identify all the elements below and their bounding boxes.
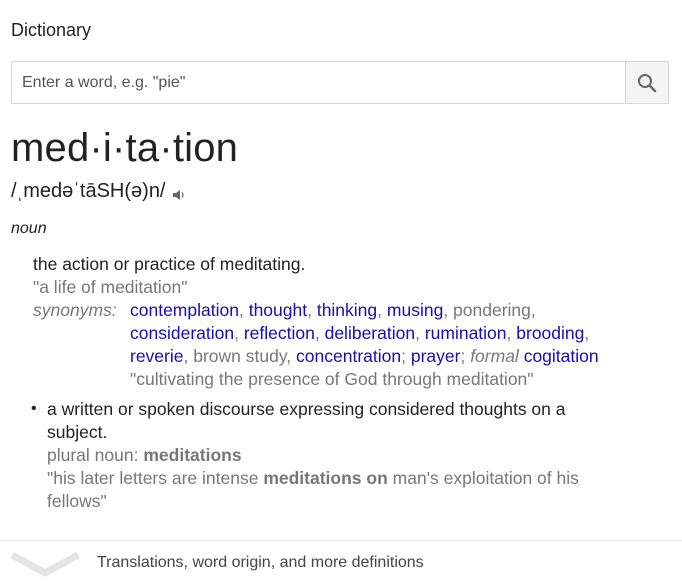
synonym-link[interactable]: brooding	[516, 323, 584, 343]
example: "a life of meditation"	[33, 277, 188, 297]
synonym-link[interactable]: reflection	[244, 323, 315, 343]
synonym-link[interactable]: deliberation	[325, 323, 415, 343]
synonym-link[interactable]: thinking	[317, 300, 377, 320]
section-title: Dictionary	[11, 20, 92, 40]
definition: a written or spoken discourse expressing…	[47, 399, 566, 419]
phonetic-line: /ˌmedəˈtāSH(ə)n/	[11, 180, 186, 203]
chevron-down-icon[interactable]	[8, 547, 82, 577]
definition: the action or practice of meditating.	[33, 254, 306, 274]
example-bold: meditations on	[263, 468, 388, 488]
synonyms-row: synonyms: contemplation, thought, thinki…	[33, 299, 673, 391]
more-definitions-link[interactable]: Translations, word origin, and more defi…	[97, 554, 424, 572]
example-suffix: man's exploitation of his	[392, 468, 579, 488]
headword: med·i·ta·tion	[11, 126, 239, 170]
synonym-text: pondering	[453, 300, 531, 320]
synonym-link[interactable]: musing	[387, 300, 443, 320]
plural-word: meditations	[143, 445, 242, 465]
part-of-speech: noun	[11, 220, 47, 237]
synonyms-list: contemplation, thought, thinking, musing…	[130, 300, 599, 389]
sense-1: the action or practice of meditating. "a…	[33, 253, 673, 391]
synonym-link[interactable]: rumination	[425, 323, 507, 343]
synonym-link[interactable]: prayer	[411, 346, 461, 366]
search-button[interactable]	[625, 62, 668, 103]
pronunciation: /ˌmedəˈtāSH(ə)n/	[11, 180, 166, 202]
synonyms-label: synonyms:	[33, 300, 117, 320]
synonym-example: "cultivating the presence of God through…	[130, 369, 534, 389]
plural-label: plural noun:	[47, 445, 139, 465]
example: "his later letters are intense meditatio…	[47, 467, 677, 490]
synonym-link[interactable]: concentration	[296, 346, 401, 366]
synonym-link[interactable]: consideration	[130, 323, 234, 343]
synonym-link[interactable]: cogitation	[524, 346, 599, 366]
plural-line: plural noun: meditations	[47, 444, 677, 467]
definition-continued: subject.	[47, 422, 108, 442]
speaker-icon[interactable]	[172, 189, 186, 201]
more-definitions-bar[interactable]: Translations, word origin, and more defi…	[0, 540, 682, 585]
search-input[interactable]	[12, 62, 626, 103]
sense-2: a written or spoken discourse expressing…	[47, 398, 677, 513]
synonym-link[interactable]: contemplation	[130, 300, 239, 320]
bullet: •	[31, 400, 37, 417]
register-label: formal	[470, 346, 519, 366]
synonym-link[interactable]: reverie	[130, 346, 184, 366]
example-continued: fellows"	[47, 491, 107, 511]
search-box	[11, 61, 669, 104]
synonym-text: brown study	[193, 346, 287, 366]
example-prefix: "his later letters are intense	[47, 468, 259, 488]
search-icon	[638, 73, 657, 92]
synonym-link[interactable]: thought	[249, 300, 307, 320]
